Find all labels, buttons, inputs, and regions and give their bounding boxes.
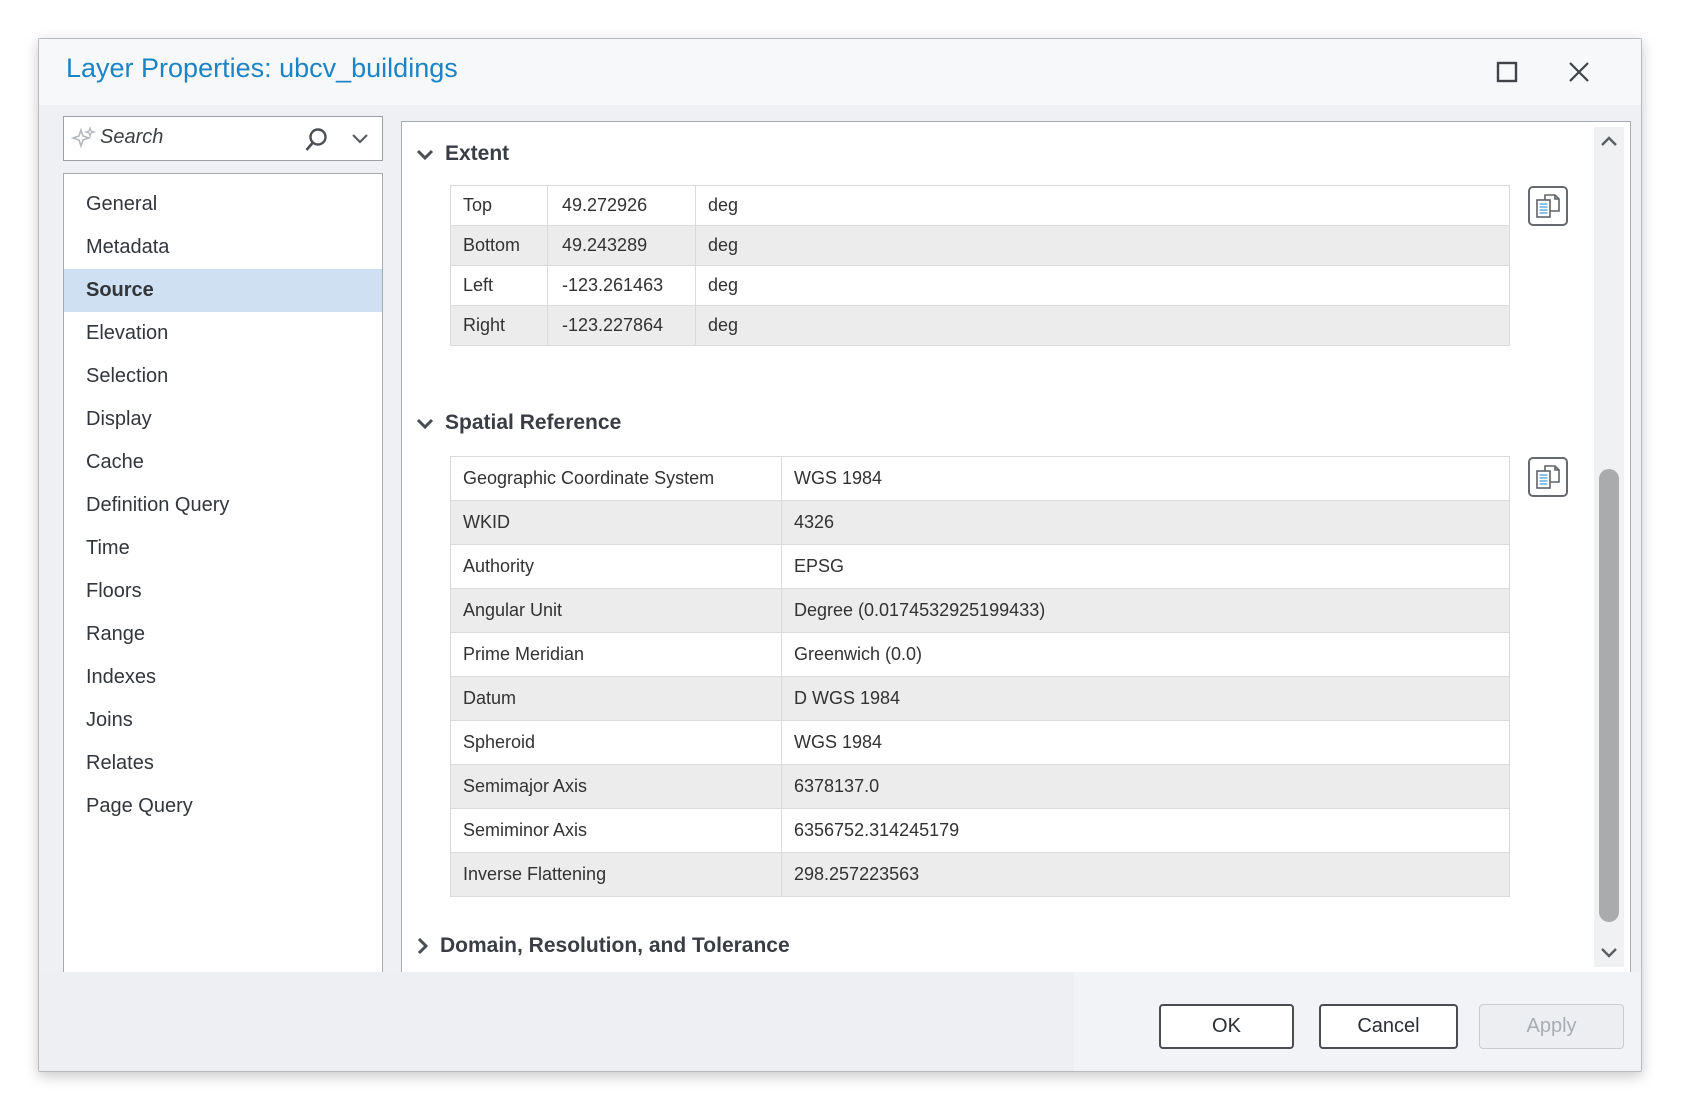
maximize-button[interactable] <box>1481 51 1533 93</box>
spatial-reference-table: Geographic Coordinate SystemWGS 1984WKID… <box>450 456 1510 897</box>
extent-row-bottom: Bottom49.243289deg <box>451 226 1510 266</box>
extent-left-value: -123.261463 <box>548 266 696 306</box>
extent-section-title: Extent <box>445 142 509 166</box>
sr-semiminor-axis-value: 6356752.314245179 <box>782 809 1510 853</box>
sr-wkid-label: WKID <box>451 501 782 545</box>
close-icon <box>1567 60 1591 84</box>
extent-row-right: Right-123.227864deg <box>451 306 1510 346</box>
extent-bottom-value: 49.243289 <box>548 226 696 266</box>
spatial-reference-row-wkid: WKID4326 <box>451 501 1510 545</box>
chevron-right-icon <box>416 937 429 955</box>
apply-button[interactable]: Apply <box>1479 1004 1624 1049</box>
copy-spatial-reference-button[interactable] <box>1528 457 1568 497</box>
sidebar-item-range[interactable]: Range <box>64 613 382 656</box>
search-options-chevron-icon[interactable] <box>350 132 370 146</box>
extent-row-top: Top49.272926deg <box>451 186 1510 226</box>
sidebar-item-source[interactable]: Source <box>64 269 382 312</box>
sidebar-item-floors[interactable]: Floors <box>64 570 382 613</box>
sidebar-item-joins[interactable]: Joins <box>64 699 382 742</box>
chevron-down-icon <box>416 417 434 430</box>
sr-angular-unit-label: Angular Unit <box>451 589 782 633</box>
source-panel: Extent Top49.272926degBottom49.243289deg… <box>401 121 1631 974</box>
extent-top-value: 49.272926 <box>548 186 696 226</box>
scroll-down-icon[interactable] <box>1594 939 1624 965</box>
extent-left-unit: deg <box>696 266 1510 306</box>
sr-semimajor-axis-value: 6378137.0 <box>782 765 1510 809</box>
sr-authority-label: Authority <box>451 545 782 589</box>
extent-bottom-unit: deg <box>696 226 1510 266</box>
sr-angular-unit-value: Degree (0.0174532925199433) <box>782 589 1510 633</box>
sparkle-icon <box>71 126 97 152</box>
sr-datum-label: Datum <box>451 677 782 721</box>
extent-right-unit: deg <box>696 306 1510 346</box>
chevron-down-icon <box>416 148 434 161</box>
spatial-reference-section-header[interactable]: Spatial Reference <box>416 411 621 435</box>
properties-tab-list: GeneralMetadataSourceElevationSelectionD… <box>63 173 383 974</box>
sidebar-item-metadata[interactable]: Metadata <box>64 226 382 269</box>
maximize-icon <box>1496 61 1518 83</box>
sr-spheroid-label: Spheroid <box>451 721 782 765</box>
sr-prime-meridian-value: Greenwich (0.0) <box>782 633 1510 677</box>
spatial-reference-row-angular-unit: Angular UnitDegree (0.0174532925199433) <box>451 589 1510 633</box>
sr-wkid-value: 4326 <box>782 501 1510 545</box>
sr-datum-value: D WGS 1984 <box>782 677 1510 721</box>
spatial-reference-row-spheroid: SpheroidWGS 1984 <box>451 721 1510 765</box>
spatial-reference-row-authority: AuthorityEPSG <box>451 545 1510 589</box>
extent-left-label: Left <box>451 266 548 306</box>
dialog-footer: OK Cancel Apply <box>39 972 1641 1071</box>
sidebar-item-time[interactable]: Time <box>64 527 382 570</box>
extent-right-value: -123.227864 <box>548 306 696 346</box>
scrollbar-thumb[interactable] <box>1599 469 1619 922</box>
vertical-scrollbar[interactable] <box>1594 127 1624 967</box>
spatial-reference-section-title: Spatial Reference <box>445 411 621 435</box>
sidebar-item-selection[interactable]: Selection <box>64 355 382 398</box>
extent-bottom-label: Bottom <box>451 226 548 266</box>
extent-row-left: Left-123.261463deg <box>451 266 1510 306</box>
close-button[interactable] <box>1553 51 1605 93</box>
extent-table: Top49.272926degBottom49.243289degLeft-12… <box>450 185 1510 346</box>
domain-section-header[interactable]: Domain, Resolution, and Tolerance <box>416 934 790 958</box>
sr-prime-meridian-label: Prime Meridian <box>451 633 782 677</box>
layer-properties-dialog: Layer Properties: ubcv_buildings Search <box>38 38 1642 1072</box>
cancel-button[interactable]: Cancel <box>1319 1004 1458 1049</box>
search-input[interactable]: Search <box>63 116 383 161</box>
extent-top-unit: deg <box>696 186 1510 226</box>
scroll-up-icon[interactable] <box>1594 129 1624 155</box>
search-placeholder: Search <box>100 126 163 149</box>
sr-inverse-flattening-label: Inverse Flattening <box>451 853 782 897</box>
spatial-reference-row-geographic-coordinate-system: Geographic Coordinate SystemWGS 1984 <box>451 457 1510 501</box>
sr-authority-value: EPSG <box>782 545 1510 589</box>
sidebar-item-indexes[interactable]: Indexes <box>64 656 382 699</box>
extent-right-label: Right <box>451 306 548 346</box>
sr-inverse-flattening-value: 298.257223563 <box>782 853 1510 897</box>
ok-button[interactable]: OK <box>1159 1004 1294 1049</box>
titlebar: Layer Properties: ubcv_buildings <box>39 39 1641 105</box>
sidebar-item-display[interactable]: Display <box>64 398 382 441</box>
search-icon[interactable] <box>303 126 330 153</box>
sr-geographic-coordinate-system-label: Geographic Coordinate System <box>451 457 782 501</box>
extent-top-label: Top <box>451 186 548 226</box>
copy-icon <box>1535 464 1561 490</box>
sidebar-item-relates[interactable]: Relates <box>64 742 382 785</box>
spatial-reference-row-prime-meridian: Prime MeridianGreenwich (0.0) <box>451 633 1510 677</box>
sidebar-item-elevation[interactable]: Elevation <box>64 312 382 355</box>
sr-semiminor-axis-label: Semiminor Axis <box>451 809 782 853</box>
spatial-reference-row-datum: DatumD WGS 1984 <box>451 677 1510 721</box>
sr-semimajor-axis-label: Semimajor Axis <box>451 765 782 809</box>
sidebar-item-cache[interactable]: Cache <box>64 441 382 484</box>
sidebar-item-general[interactable]: General <box>64 183 382 226</box>
sidebar-item-definition-query[interactable]: Definition Query <box>64 484 382 527</box>
copy-icon <box>1535 193 1561 219</box>
spatial-reference-row-semiminor-axis: Semiminor Axis6356752.314245179 <box>451 809 1510 853</box>
sr-spheroid-value: WGS 1984 <box>782 721 1510 765</box>
copy-extent-button[interactable] <box>1528 186 1568 226</box>
dialog-title: Layer Properties: ubcv_buildings <box>66 53 458 84</box>
extent-section-header[interactable]: Extent <box>416 142 509 166</box>
spatial-reference-row-inverse-flattening: Inverse Flattening298.257223563 <box>451 853 1510 897</box>
domain-section-title: Domain, Resolution, and Tolerance <box>440 934 790 958</box>
sidebar-item-page-query[interactable]: Page Query <box>64 785 382 828</box>
sr-geographic-coordinate-system-value: WGS 1984 <box>782 457 1510 501</box>
spatial-reference-row-semimajor-axis: Semimajor Axis6378137.0 <box>451 765 1510 809</box>
